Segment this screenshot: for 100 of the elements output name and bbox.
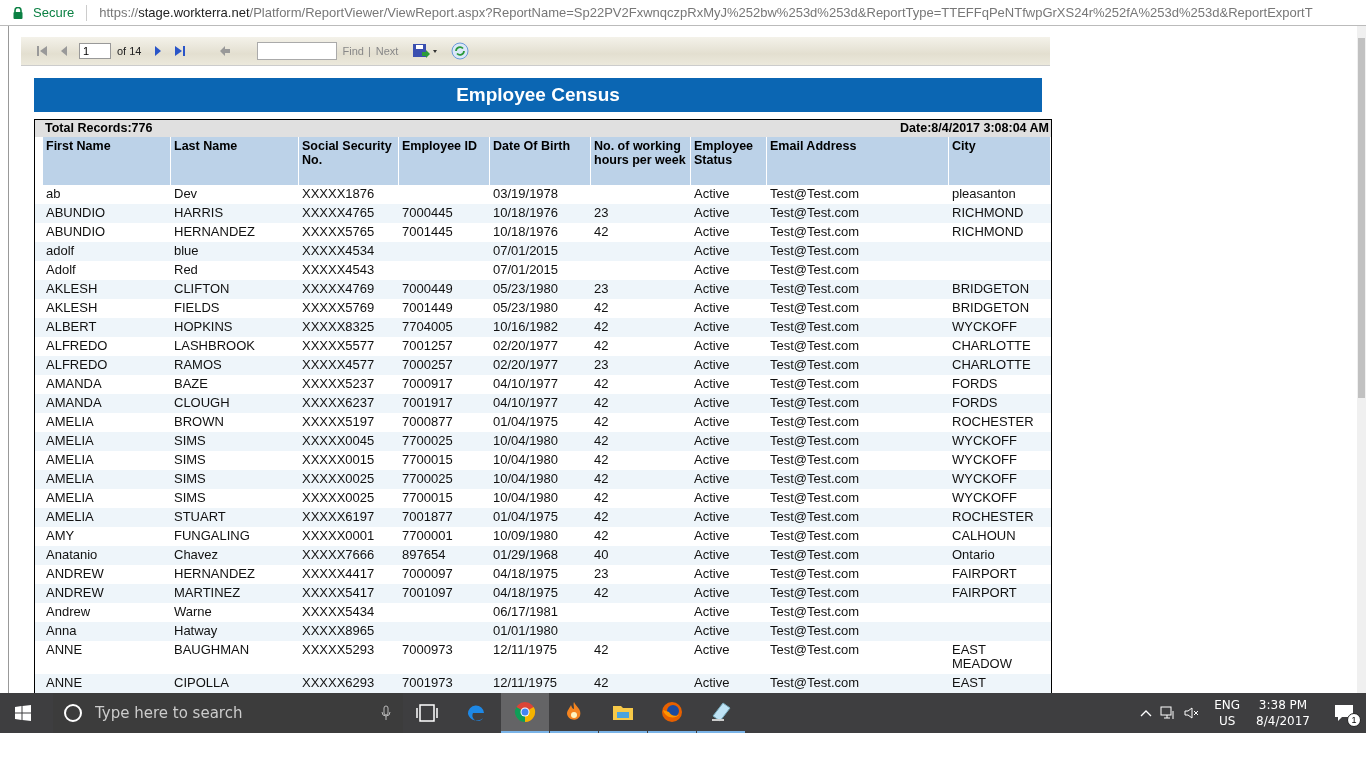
table-cell: 23 bbox=[594, 358, 609, 372]
table-cell: CHARLOTTE bbox=[952, 339, 1031, 353]
table-cell: XXXXX4534 bbox=[302, 244, 375, 258]
table-cell: Test@Test.com bbox=[770, 320, 860, 334]
chrome-app-button[interactable] bbox=[501, 693, 549, 733]
table-cell: XXXXX5765 bbox=[302, 225, 375, 239]
clock-date[interactable]: 8/4/2017 bbox=[1256, 713, 1310, 729]
search-field[interactable]: Type here to search bbox=[93, 693, 371, 733]
table-cell: 42 bbox=[594, 396, 609, 410]
table-cell: Warne bbox=[174, 605, 212, 619]
table-cell: Test@Test.com bbox=[770, 548, 860, 562]
table-cell: 42 bbox=[594, 586, 609, 600]
table-cell: Test@Test.com bbox=[770, 472, 860, 486]
column-header: No. of working hours per week bbox=[591, 137, 691, 185]
table-cell: ROCHESTER bbox=[952, 510, 1034, 524]
table-cell: AMELIA bbox=[46, 491, 94, 505]
clock-time[interactable]: 3:38 PM bbox=[1258, 697, 1308, 713]
table-cell-text: EAST MEADOW bbox=[952, 643, 1013, 671]
table-cell: AMANDA bbox=[46, 377, 102, 391]
table-cell: HOPKINS bbox=[174, 320, 233, 334]
table-cell: 02/20/1977 bbox=[493, 339, 559, 353]
table-cell: ROCHESTER bbox=[952, 415, 1034, 429]
table-cell: 07/01/2015 bbox=[493, 263, 559, 277]
table-cell: Red bbox=[174, 263, 198, 277]
table-cell: 05/23/1980 bbox=[493, 282, 559, 296]
table-cell: 10/04/1980 bbox=[493, 434, 559, 448]
table-cell: XXXXX5197 bbox=[302, 415, 375, 429]
table-cell: ALBERT bbox=[46, 320, 97, 334]
table-cell: 42 bbox=[594, 491, 609, 505]
table-cell: Test@Test.com bbox=[770, 567, 860, 581]
table-cell: Hatway bbox=[174, 624, 218, 638]
caret-icon[interactable] bbox=[1140, 709, 1153, 717]
table-cell: 42 bbox=[594, 225, 609, 239]
column-header: Email Address bbox=[767, 137, 949, 185]
table-cell: STUART bbox=[174, 510, 226, 524]
table-cell: XXXXX0001 bbox=[302, 529, 375, 543]
table-cell: CLOUGH bbox=[174, 396, 230, 410]
table-cell: AMELIA bbox=[46, 510, 94, 524]
scrollbar[interactable] bbox=[1357, 26, 1366, 693]
table-cell: Test@Test.com bbox=[770, 263, 860, 277]
microphone-icon[interactable] bbox=[371, 693, 403, 733]
table-cell: Active bbox=[694, 301, 730, 315]
table-cell: XXXXX4543 bbox=[302, 263, 375, 277]
table-cell: 01/01/1980 bbox=[493, 624, 559, 638]
last-page-button[interactable] bbox=[174, 43, 187, 59]
table-cell: Test@Test.com bbox=[770, 510, 860, 524]
table-cell: Active bbox=[694, 643, 730, 657]
table-cell: Active bbox=[694, 320, 730, 334]
url-field[interactable]: https://stage.workterra.net/Platform/ReportViewer/ViewReport.aspx?ReportName=Sp22PV2FxwnqczpRxMyJ%252bw%253d%253d&ReportType=TTEFFqPeNTfwpGrXS24r%252fA%253d%253d&ReportExportT bbox=[99, 5, 1313, 20]
table-cell: 42 bbox=[594, 510, 609, 524]
table-cell: WYCKOFF bbox=[952, 491, 1017, 505]
table-cell: Test@Test.com bbox=[770, 339, 860, 353]
table-cell: 04/18/1975 bbox=[493, 567, 559, 581]
search-icon bbox=[53, 693, 93, 733]
table-cell: AMANDA bbox=[46, 396, 102, 410]
region-label[interactable]: US bbox=[1218, 713, 1236, 729]
network-icon[interactable] bbox=[1160, 706, 1177, 720]
table-cell: RICHMOND bbox=[952, 225, 1024, 239]
table-cell: XXXXX0025 bbox=[302, 472, 375, 486]
table-cell: 04/10/1977 bbox=[493, 377, 559, 391]
table-cell: AMELIA bbox=[46, 415, 94, 429]
table-cell: ANNE bbox=[46, 643, 83, 657]
table-cell: Active bbox=[694, 434, 730, 448]
page-number-field[interactable]: 1 bbox=[79, 43, 111, 59]
table-cell: 01/29/1968 bbox=[493, 548, 559, 562]
table-cell: Active bbox=[694, 282, 730, 296]
table-cell: WYCKOFF bbox=[952, 453, 1017, 467]
table-cell: XXXXX5293 bbox=[302, 643, 375, 657]
table-cell: CHARLOTTE bbox=[952, 358, 1031, 372]
table-cell: blue bbox=[174, 244, 199, 258]
table-cell: WYCKOFF bbox=[952, 320, 1017, 334]
report-title: Employee Census bbox=[34, 78, 1042, 112]
column-header: Date Of Birth bbox=[490, 137, 591, 185]
table-cell: 10/04/1980 bbox=[493, 453, 559, 467]
table-cell: 7700015 bbox=[402, 453, 453, 467]
column-header: Employee Status bbox=[691, 137, 767, 185]
table-cell: Test@Test.com bbox=[770, 643, 860, 657]
start-button[interactable] bbox=[15, 705, 31, 721]
table-cell: 05/23/1980 bbox=[493, 301, 559, 315]
table-cell: 42 bbox=[594, 339, 609, 353]
table-cell: 7001449 bbox=[402, 301, 453, 315]
find-field[interactable] bbox=[257, 42, 338, 60]
table-cell: RAMOS bbox=[174, 358, 222, 372]
table-cell: BRIDGETON bbox=[952, 301, 1030, 315]
refresh-button[interactable] bbox=[451, 43, 470, 59]
table-cell: ALFREDO bbox=[46, 339, 108, 353]
table-cell: Ontario bbox=[952, 548, 995, 562]
table-cell: XXXXX8325 bbox=[302, 320, 375, 334]
table-cell: BRIDGETON bbox=[952, 282, 1030, 296]
language-label[interactable]: ENG bbox=[1214, 697, 1241, 713]
table-cell: 42 bbox=[594, 529, 609, 543]
table-cell: ANDREW bbox=[46, 586, 104, 600]
muted-speaker-icon[interactable] bbox=[1184, 706, 1201, 720]
table-cell: XXXXX8965 bbox=[302, 624, 375, 638]
table-cell: Dev bbox=[174, 187, 198, 201]
table-cell: 42 bbox=[594, 377, 609, 391]
table-cell: ABUNDIO bbox=[46, 225, 106, 239]
table-cell: HERNANDEZ bbox=[174, 567, 255, 581]
table-cell: Active bbox=[694, 676, 730, 690]
export-button[interactable] bbox=[412, 43, 439, 59]
